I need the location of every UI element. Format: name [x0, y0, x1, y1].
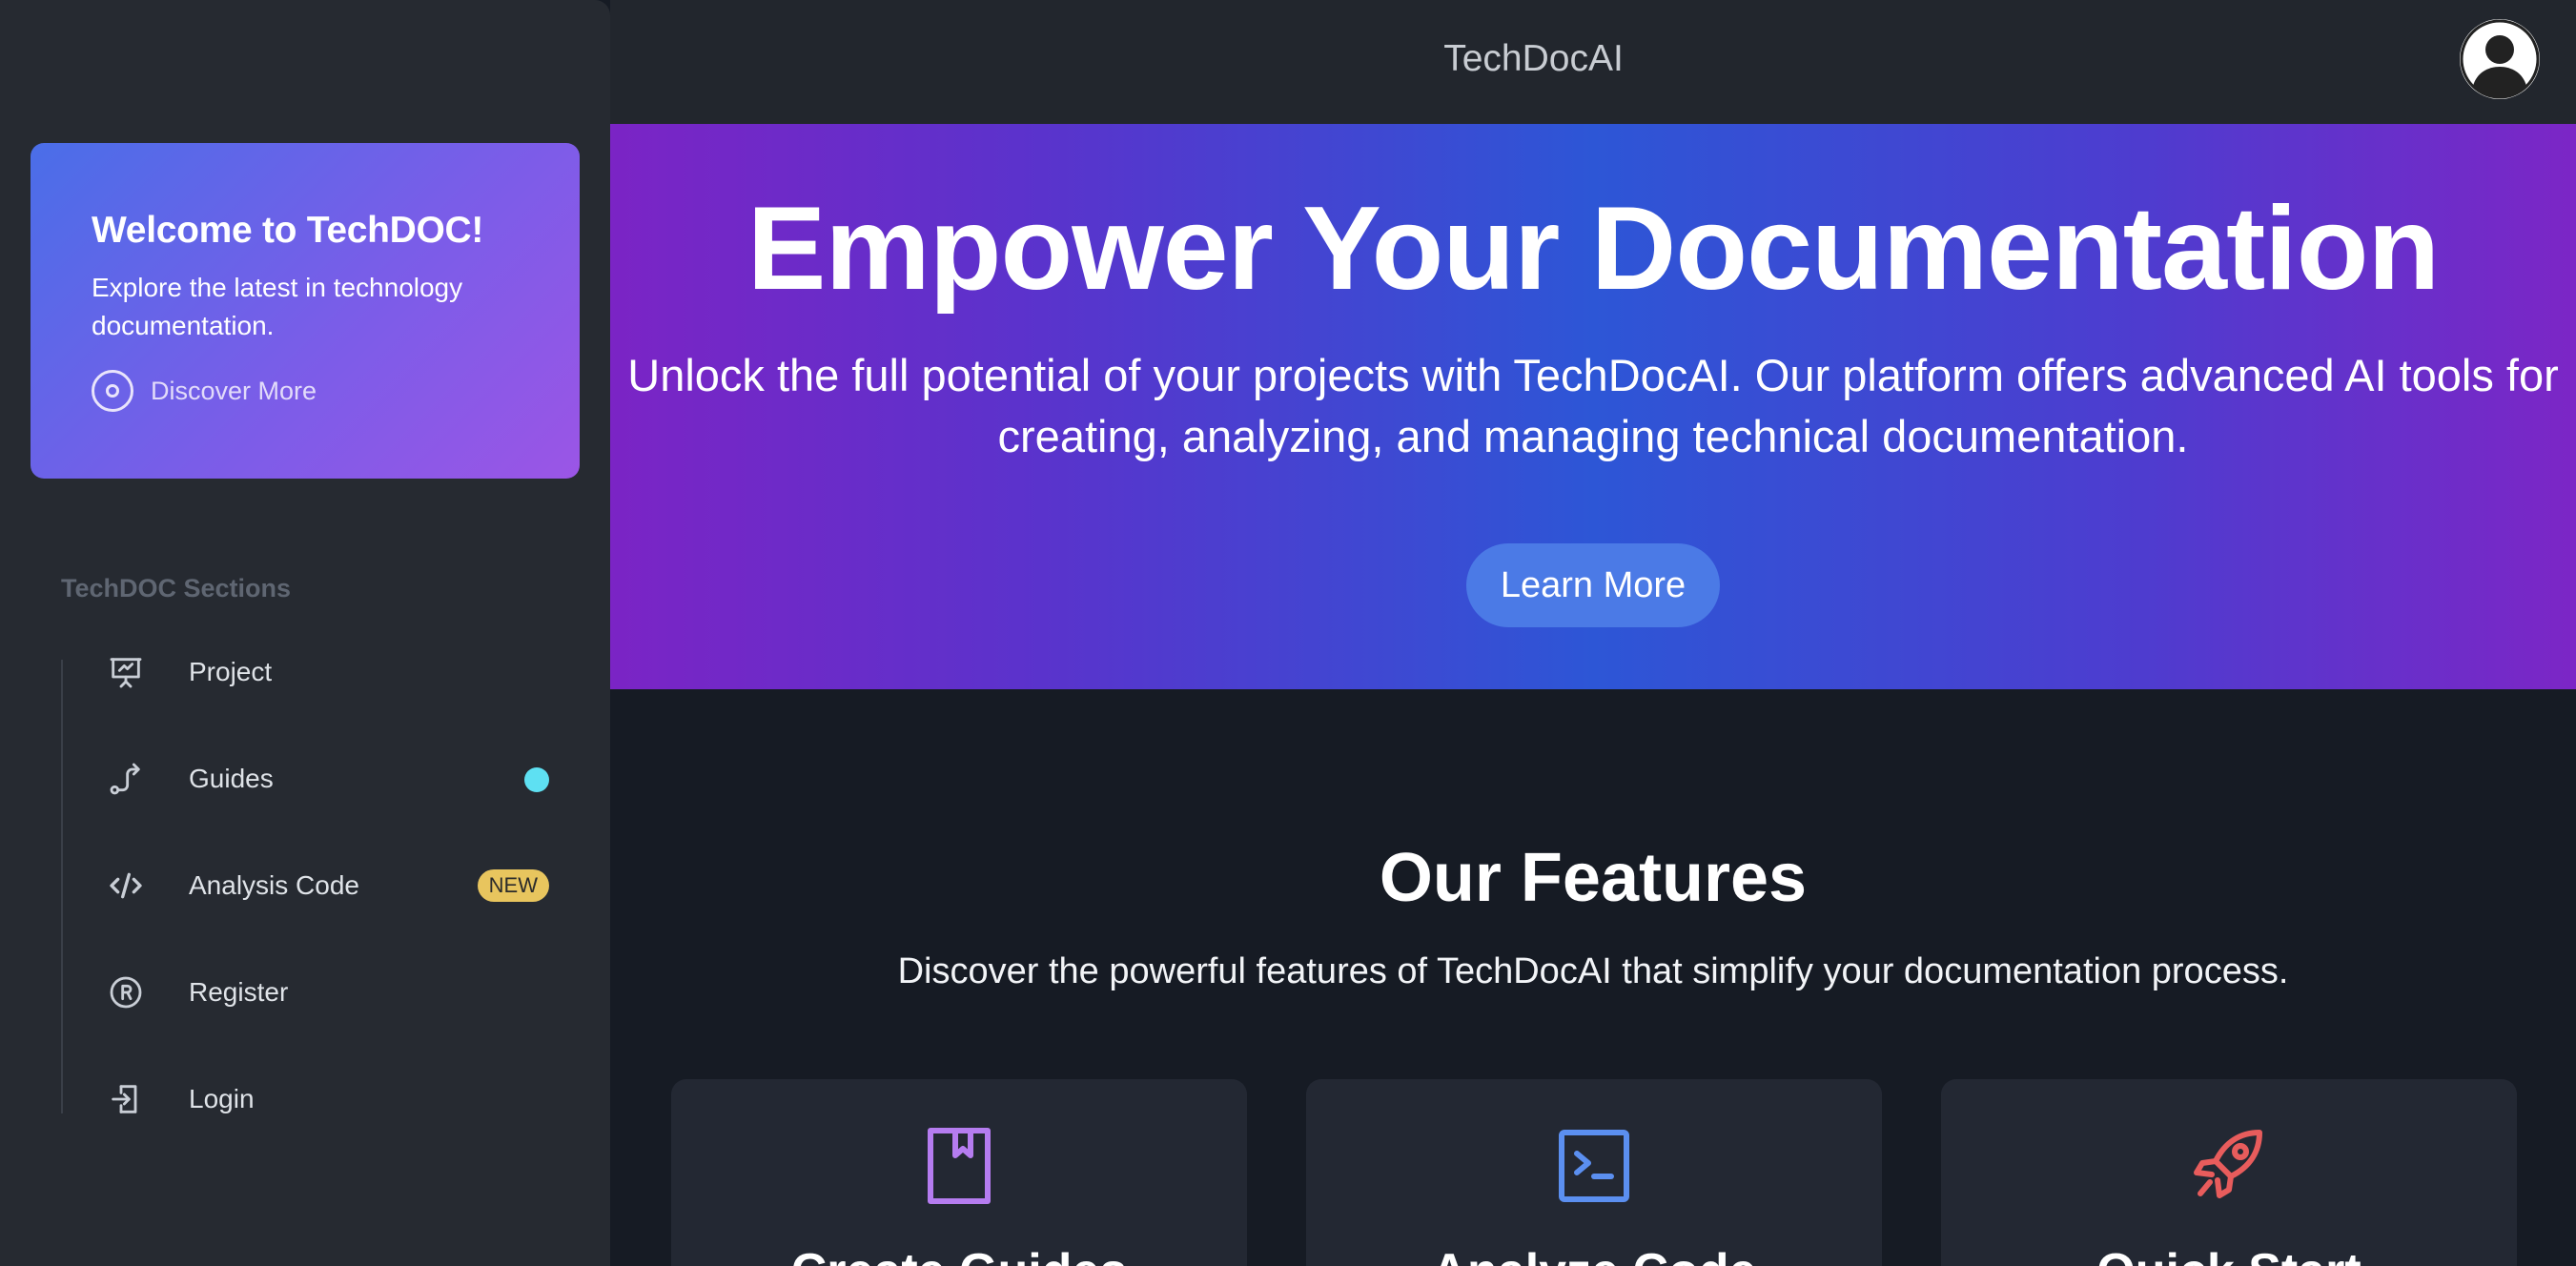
code-icon [103, 863, 149, 909]
sidebar-item-label: Analysis Code [189, 870, 359, 900]
discover-more-link[interactable]: Discover More [92, 370, 317, 412]
new-badge: NEW [477, 869, 549, 902]
top-header: TechDocAI [610, 0, 2576, 124]
sidebar-item-label: Register [189, 977, 289, 1007]
route-icon [103, 756, 149, 802]
book-icon [921, 1125, 997, 1207]
sections-heading: TechDOC Sections [61, 574, 292, 602]
sidebar-item-guides[interactable]: Guides [103, 748, 561, 809]
welcome-text: Explore the latest in technology documen… [92, 273, 463, 340]
feature-card-title: Analyze Code [1306, 1243, 1882, 1266]
sidebar-item-login[interactable]: Login [103, 1069, 561, 1130]
feature-card-title: Quick Start [1941, 1243, 2517, 1266]
login-icon [103, 1076, 149, 1122]
welcome-title: Welcome to TechDOC! [92, 210, 484, 251]
hero-title: Empower Your Documentation [746, 183, 2440, 315]
feature-card-title: Create Guides [671, 1243, 1247, 1266]
sidebar-item-label: Guides [189, 764, 274, 793]
discover-more-label: Discover More [151, 376, 317, 405]
welcome-card: Welcome to TechDOC! Explore the latest i… [31, 143, 580, 479]
sidebar: Welcome to TechDOC! Explore the latest i… [0, 0, 610, 1266]
nav-divider-line [61, 660, 63, 1113]
feature-card-analyze-code[interactable]: Analyze Code [1306, 1079, 1882, 1266]
hero-subtitle: Unlock the full potential of your projec… [627, 350, 2559, 461]
feature-card-quick-start[interactable]: Quick Start [1941, 1079, 2517, 1266]
hero-banner: Empower Your Documentation Unlock the fu… [610, 124, 2576, 689]
target-icon [92, 370, 133, 412]
features-title: Our Features [1379, 840, 1808, 916]
registered-icon [103, 970, 149, 1015]
terminal-icon [1556, 1125, 1632, 1207]
feature-card-create-guides[interactable]: Create Guides [671, 1079, 1247, 1266]
user-avatar-icon[interactable] [2460, 19, 2540, 99]
features-subtitle: Discover the powerful features of TechDo… [897, 951, 2289, 991]
status-dot [524, 767, 549, 792]
rocket-icon [2191, 1125, 2267, 1207]
learn-more-button[interactable]: Learn More [1466, 543, 1720, 627]
sidebar-item-project[interactable]: Project [103, 642, 561, 703]
sidebar-item-analysis-code[interactable]: Analysis Code NEW [103, 855, 561, 916]
presentation-chart-icon [103, 649, 149, 695]
app-title: TechDocAI [1443, 38, 1624, 79]
sidebar-item-label: Login [189, 1084, 255, 1113]
sidebar-item-register[interactable]: Register [103, 962, 561, 1023]
sidebar-item-label: Project [189, 657, 273, 686]
